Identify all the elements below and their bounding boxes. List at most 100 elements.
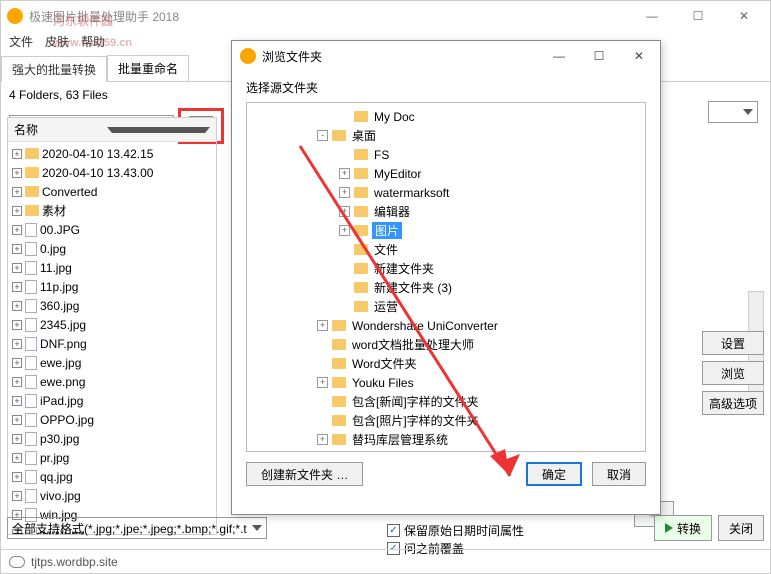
minimize-button[interactable]: — [638, 9, 666, 23]
close-button[interactable]: ✕ [730, 9, 758, 23]
file-icon [25, 223, 37, 237]
list-item[interactable]: +2020-04-10 13.42.15 [8, 144, 216, 163]
expand-icon[interactable]: + [339, 168, 350, 179]
expand-icon[interactable]: + [12, 206, 22, 216]
dialog-icon [240, 48, 256, 64]
expand-icon[interactable]: + [12, 168, 22, 178]
file-name: p30.jpg [40, 432, 79, 446]
list-item[interactable]: +pr.jpg [8, 448, 216, 467]
menu-skin[interactable]: 皮肤 [45, 33, 69, 51]
folder-icon [354, 282, 368, 293]
expand-icon[interactable]: - [317, 130, 328, 141]
expand-icon[interactable]: + [12, 320, 22, 330]
expand-icon[interactable]: + [12, 282, 22, 292]
tree-item[interactable]: 包含[新闻]字样的文件夹 [249, 392, 643, 411]
list-item[interactable]: +Converted [8, 182, 216, 201]
convert-button[interactable]: 转换 [654, 515, 712, 541]
expand-icon[interactable]: + [12, 339, 22, 349]
expand-icon[interactable]: + [12, 415, 22, 425]
folder-icon [332, 415, 346, 426]
list-item[interactable]: +ewe.png [8, 372, 216, 391]
file-icon [25, 280, 37, 294]
tree-item[interactable]: +Wondershare UniConverter [249, 316, 643, 335]
browse-output-button[interactable]: 浏览 [702, 361, 764, 385]
list-item[interactable]: +11p.jpg [8, 277, 216, 296]
dialog-maximize[interactable]: ☐ [586, 49, 612, 63]
main-titlebar: 极速图片批量处理助手 2018 — ☐ ✕ [1, 1, 770, 31]
list-item[interactable]: +11.jpg [8, 258, 216, 277]
expand-icon[interactable]: + [12, 453, 22, 463]
tab-batch-rename[interactable]: 批量重命名 [107, 55, 189, 81]
expand-icon[interactable]: + [12, 377, 22, 387]
list-item[interactable]: +ewe.jpg [8, 353, 216, 372]
dialog-minimize[interactable]: — [546, 49, 572, 63]
expand-icon[interactable]: + [317, 320, 328, 331]
right-dropdown[interactable] [708, 101, 758, 123]
expand-icon[interactable]: + [12, 301, 22, 311]
tree-item[interactable]: 运营 [249, 297, 643, 316]
list-item[interactable]: +00.JPG [8, 220, 216, 239]
tree-item[interactable]: + 替玛库层管理系统 [249, 430, 643, 449]
cancel-button[interactable]: 取消 [592, 462, 646, 486]
list-item[interactable]: +OPPO.jpg [8, 410, 216, 429]
tree-item[interactable]: + 编辑器 [249, 202, 643, 221]
tree-item[interactable]: FS [249, 145, 643, 164]
folder-tree[interactable]: My Doc-桌面FS+MyEditor+watermarksoft+编辑器+图… [246, 102, 646, 452]
tree-item[interactable]: +watermarksoft [249, 183, 643, 202]
tree-item[interactable]: word文档批量处理大师 [249, 335, 643, 354]
tree-item[interactable]: -桌面 [249, 126, 643, 145]
list-item[interactable]: +素材 [8, 201, 216, 220]
expand-icon[interactable]: + [339, 225, 350, 236]
folder-icon [354, 149, 368, 160]
list-item[interactable]: +360.jpg [8, 296, 216, 315]
ok-button[interactable]: 确定 [526, 462, 582, 486]
tree-item[interactable]: 包含[照片]字样的文件夹 [249, 411, 643, 430]
list-item[interactable]: +2345.jpg [8, 315, 216, 334]
expand-icon[interactable]: + [12, 358, 22, 368]
list-item[interactable]: +0.jpg [8, 239, 216, 258]
maximize-button[interactable]: ☐ [684, 9, 712, 23]
file-icon [25, 451, 37, 465]
tree-label: 替玛库层管理系统 [350, 431, 450, 448]
expand-icon[interactable]: + [317, 434, 328, 445]
settings-button[interactable]: 设置 [702, 331, 764, 355]
list-item[interactable]: +DNF.png [8, 334, 216, 353]
format-filter-combo[interactable]: 全部支持格式(*.jpg;*.jpe;*.jpeg;*.bmp;*.gif;*.… [7, 517, 267, 539]
tree-item[interactable]: +图片 [249, 221, 643, 240]
expand-icon[interactable]: + [12, 472, 22, 482]
close-action-button[interactable]: 关闭 [718, 515, 764, 541]
expand-icon[interactable]: + [317, 377, 328, 388]
column-header[interactable]: 名称 [8, 118, 216, 142]
expand-icon[interactable]: + [12, 491, 22, 501]
tree-item[interactable]: 文件 [249, 240, 643, 259]
advanced-button[interactable]: 高级选项 [702, 391, 764, 415]
tree-item[interactable]: +MyEditor [249, 164, 643, 183]
dialog-close[interactable]: ✕ [626, 49, 652, 63]
cloud-icon [9, 556, 25, 568]
tree-item[interactable]: Word文件夹 [249, 354, 643, 373]
tree-item[interactable]: 新建文件夹 (3) [249, 278, 643, 297]
expand-icon[interactable]: + [12, 244, 22, 254]
expand-icon[interactable]: + [339, 187, 350, 198]
tab-batch-convert[interactable]: 强大的批量转换 [1, 56, 107, 82]
list-item[interactable]: + p30.jpg [8, 429, 216, 448]
expand-icon[interactable]: + [12, 263, 22, 273]
list-item[interactable]: +2020-04-10 13.43.00 [8, 163, 216, 182]
dialog-subtitle: 选择源文件夹 [232, 71, 660, 102]
expand-icon[interactable]: + [12, 434, 22, 444]
menu-file[interactable]: 文件 [9, 33, 33, 51]
expand-icon[interactable]: + [12, 225, 22, 235]
expand-icon[interactable]: + [12, 149, 22, 159]
list-item[interactable]: +vivo.jpg [8, 486, 216, 505]
tree-item[interactable]: 新建文件夹 [249, 259, 643, 278]
expand-icon[interactable]: + [12, 187, 22, 197]
expand-icon[interactable]: + [12, 396, 22, 406]
list-item[interactable]: +iPad.jpg [8, 391, 216, 410]
tree-label: 编辑器 [372, 203, 412, 220]
menu-help[interactable]: 帮助 [81, 33, 105, 51]
new-folder-button[interactable]: 创建新文件夹 … [246, 462, 363, 486]
expand-icon[interactable]: + [339, 206, 350, 217]
list-item[interactable]: +qq.jpg [8, 467, 216, 486]
tree-item[interactable]: +Youku Files [249, 373, 643, 392]
tree-item[interactable]: My Doc [249, 107, 643, 126]
